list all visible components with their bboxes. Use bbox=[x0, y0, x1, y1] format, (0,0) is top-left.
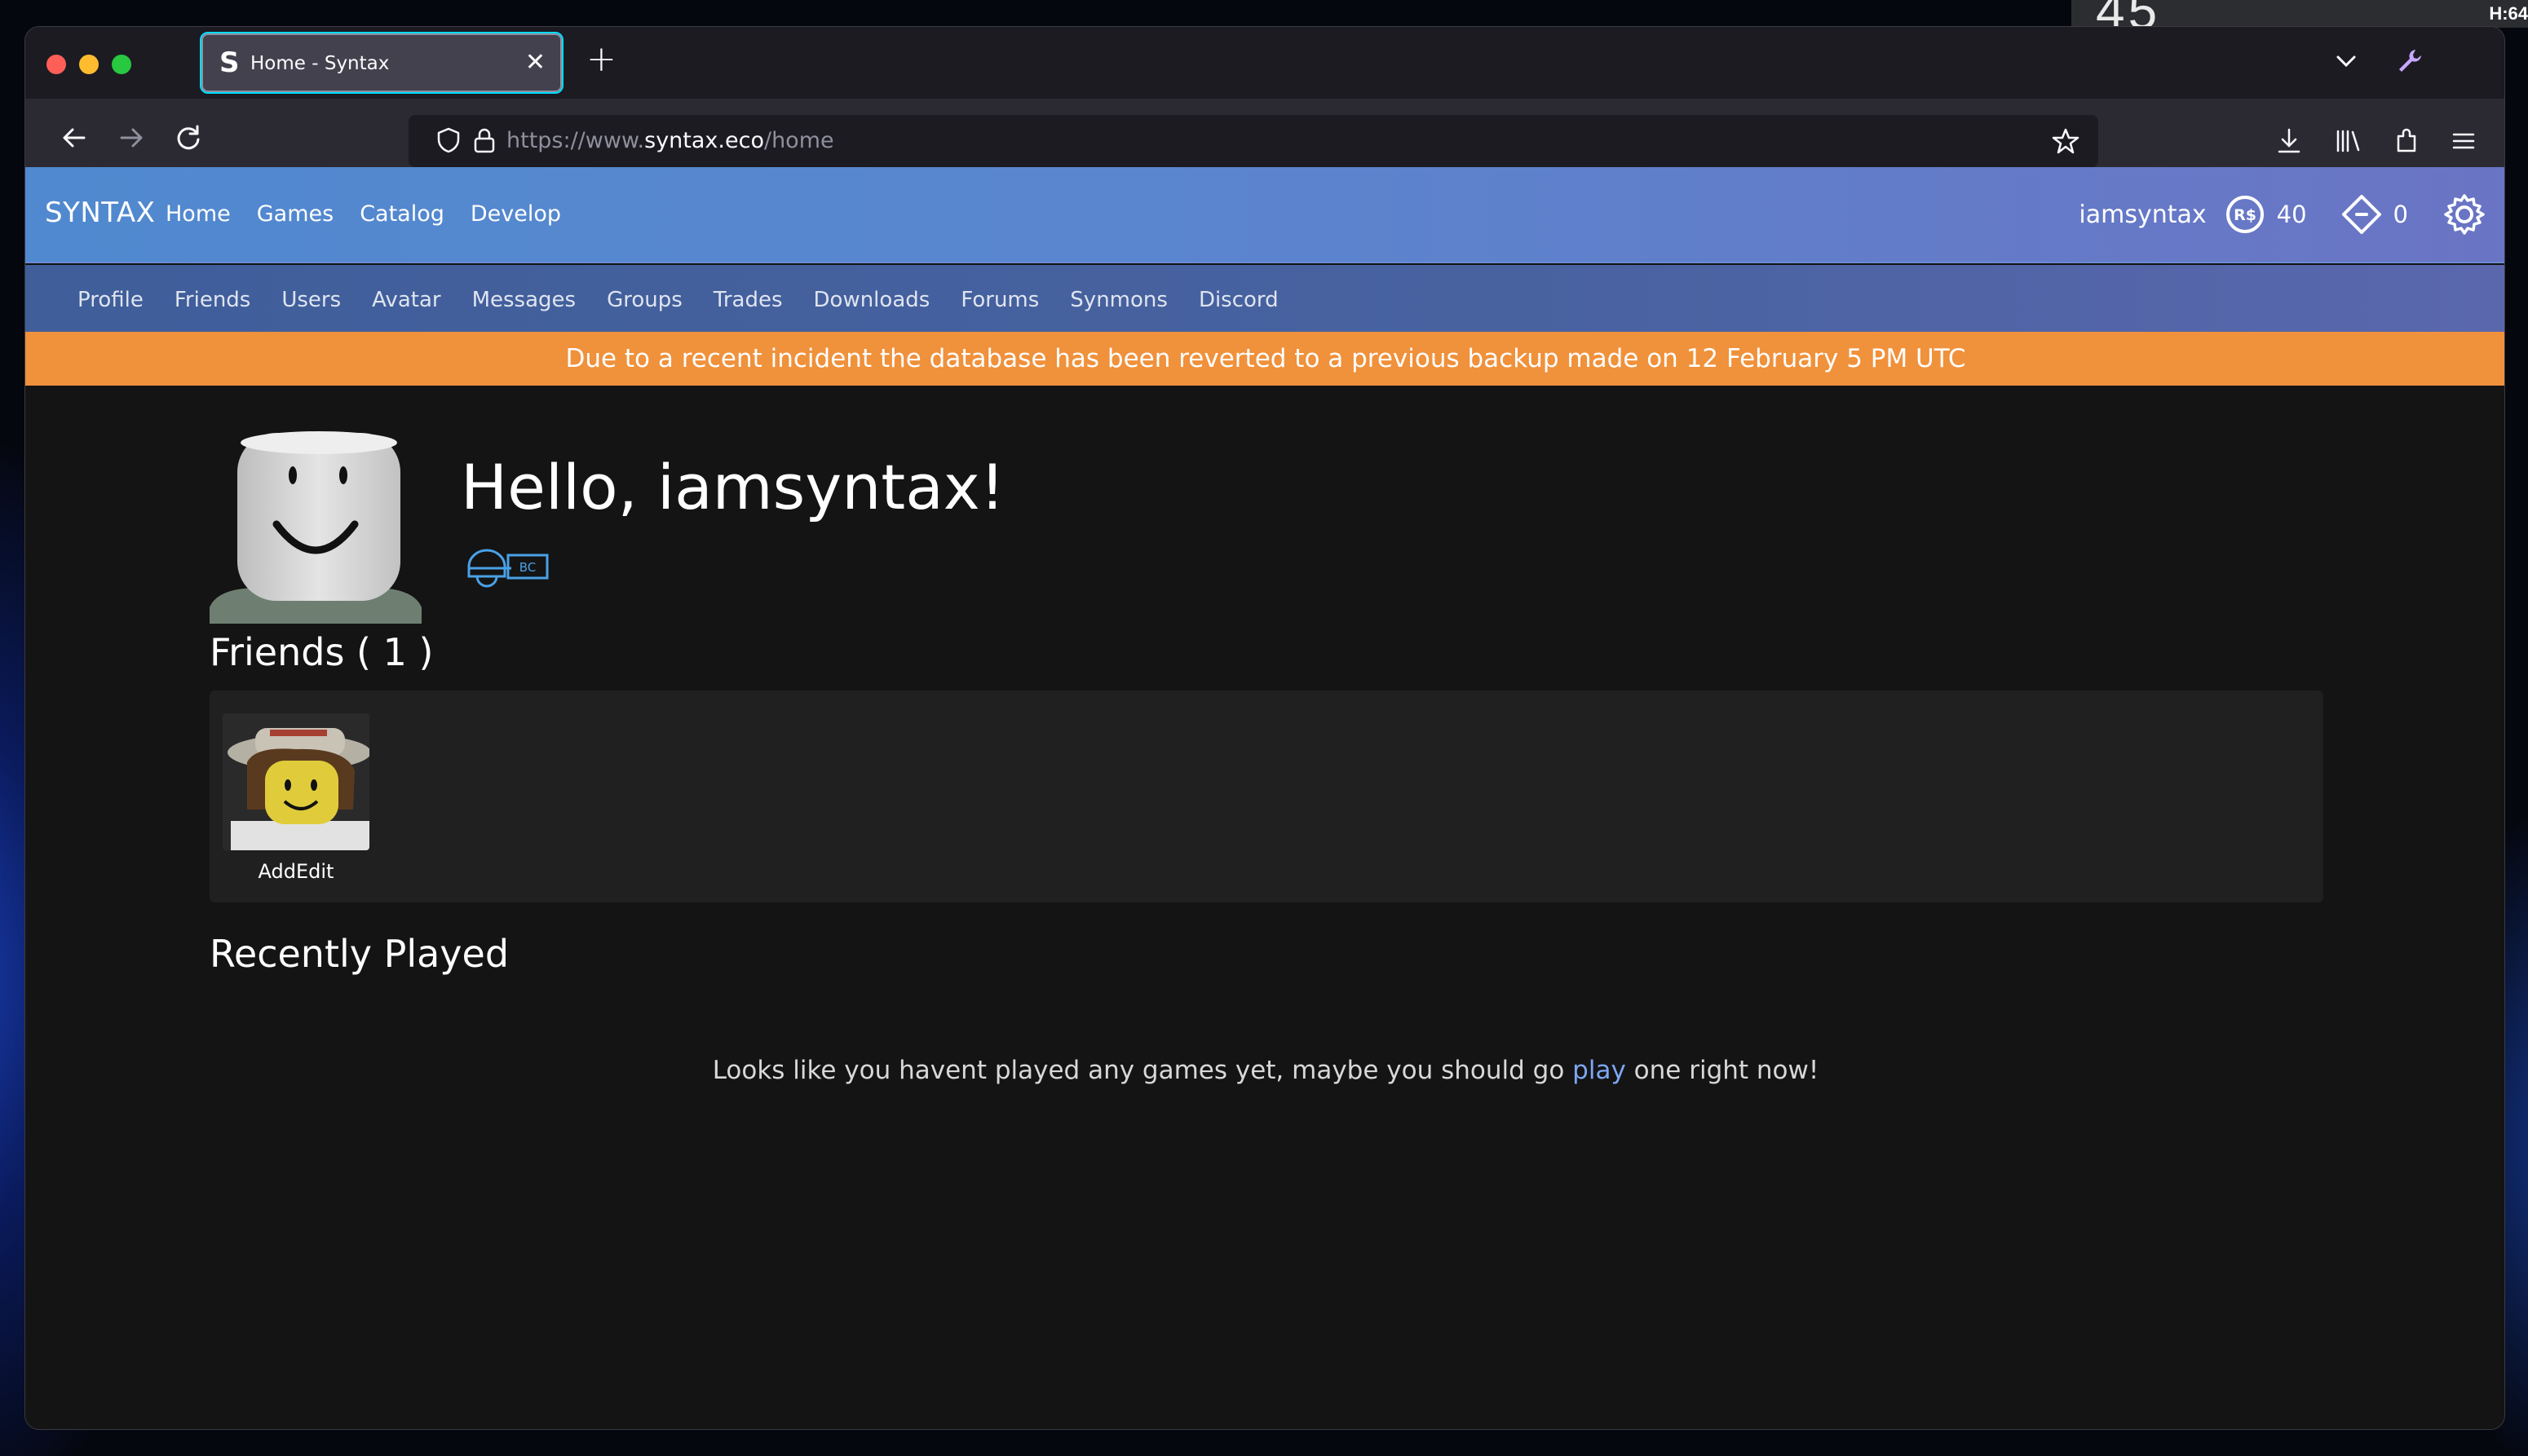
incident-alert-banner: Due to a recent incident the database ha… bbox=[25, 332, 2504, 386]
new-tab-button[interactable]: + bbox=[586, 38, 617, 80]
greeting-heading: Hello, iamsyntax! bbox=[461, 451, 1005, 523]
url-text[interactable]: https://www.syntax.eco/home bbox=[506, 128, 834, 153]
tab-title: Home - Syntax bbox=[250, 53, 390, 74]
subnav-avatar[interactable]: Avatar bbox=[372, 288, 440, 312]
subnav-messages[interactable]: Messages bbox=[472, 288, 577, 312]
browser-window: S Home - Syntax ✕ + https://www.syntax.e… bbox=[24, 26, 2505, 1430]
subnav-forums[interactable]: Forums bbox=[961, 288, 1039, 312]
sub-nav: Profile Friends Users Avatar Messages Gr… bbox=[25, 265, 2504, 332]
friend-card[interactable]: AddEdit bbox=[223, 713, 371, 883]
badge-label: BC bbox=[519, 560, 537, 575]
close-tab-icon[interactable]: ✕ bbox=[525, 48, 546, 77]
recently-played-heading: Recently Played bbox=[210, 932, 510, 976]
robux-count: 40 bbox=[2276, 201, 2307, 228]
minimize-window-button[interactable] bbox=[79, 55, 99, 74]
desktop-clock-small: H:64 bbox=[2489, 3, 2528, 24]
ticket-icon[interactable] bbox=[2341, 194, 2382, 235]
tracking-shield-icon[interactable] bbox=[435, 126, 462, 154]
reload-icon[interactable] bbox=[167, 117, 210, 159]
subnav-profile[interactable]: Profile bbox=[77, 288, 144, 312]
subnav-users[interactable]: Users bbox=[281, 288, 341, 312]
close-window-button[interactable] bbox=[46, 55, 66, 74]
back-arrow-icon[interactable] bbox=[53, 117, 95, 159]
friend-name[interactable]: AddEdit bbox=[223, 860, 369, 883]
friends-heading: Friends ( 1 ) bbox=[210, 630, 434, 674]
site-favicon-icon: S bbox=[219, 46, 240, 79]
address-bar[interactable]: https://www.syntax.eco/home bbox=[409, 115, 2098, 167]
nav-catalog[interactable]: Catalog bbox=[360, 201, 444, 227]
hamburger-menu-icon[interactable] bbox=[2447, 125, 2480, 157]
nav-home[interactable]: Home bbox=[166, 201, 231, 227]
settings-gear-icon[interactable] bbox=[2442, 192, 2486, 236]
subnav-synmons[interactable]: Synmons bbox=[1070, 288, 1168, 312]
nav-games[interactable]: Games bbox=[257, 201, 334, 227]
friend-avatar[interactable] bbox=[223, 713, 371, 850]
maximize-window-button[interactable] bbox=[112, 55, 131, 74]
forward-arrow-icon[interactable] bbox=[110, 117, 152, 159]
main-nav: Home Games Catalog Develop bbox=[166, 201, 561, 227]
wrench-icon[interactable] bbox=[2393, 45, 2426, 77]
subnav-groups[interactable]: Groups bbox=[607, 288, 683, 312]
site-page: SYNTAX Home Games Catalog Develop iamsyn… bbox=[25, 167, 2504, 1429]
site-logo[interactable]: SYNTAX bbox=[45, 196, 155, 229]
subnav-trades[interactable]: Trades bbox=[714, 288, 783, 312]
bookmark-star-icon[interactable] bbox=[2051, 126, 2080, 156]
site-header: SYNTAX Home Games Catalog Develop iamsyn… bbox=[25, 167, 2504, 263]
friends-panel: AddEdit bbox=[210, 690, 2323, 902]
user-avatar[interactable] bbox=[210, 428, 422, 624]
desktop-clock-widget: 45 H:64 bbox=[2071, 0, 2528, 40]
subnav-friends[interactable]: Friends bbox=[175, 288, 251, 312]
download-icon[interactable] bbox=[2273, 125, 2305, 157]
ticket-count: 0 bbox=[2393, 201, 2408, 228]
lock-icon[interactable] bbox=[472, 126, 497, 154]
list-tabs-icon[interactable] bbox=[2330, 45, 2362, 77]
library-icon[interactable] bbox=[2331, 125, 2364, 157]
extensions-icon[interactable] bbox=[2390, 125, 2423, 157]
username-link[interactable]: iamsyntax bbox=[2079, 201, 2206, 229]
nav-develop[interactable]: Develop bbox=[471, 201, 561, 227]
no-games-message: Looks like you havent played any games y… bbox=[712, 1056, 1819, 1085]
play-link[interactable]: play bbox=[1572, 1056, 1626, 1085]
svg-text:R$: R$ bbox=[2234, 206, 2256, 224]
tab-strip: S Home - Syntax ✕ + bbox=[25, 27, 2504, 99]
robux-icon[interactable]: R$ bbox=[2225, 194, 2265, 235]
subnav-discord[interactable]: Discord bbox=[1199, 288, 1279, 312]
subnav-downloads[interactable]: Downloads bbox=[814, 288, 930, 312]
browser-tab-active[interactable]: S Home - Syntax ✕ bbox=[200, 32, 563, 94]
builders-club-icon: BC bbox=[467, 549, 549, 588]
user-area: iamsyntax R$ 40 0 bbox=[2079, 190, 2486, 239]
